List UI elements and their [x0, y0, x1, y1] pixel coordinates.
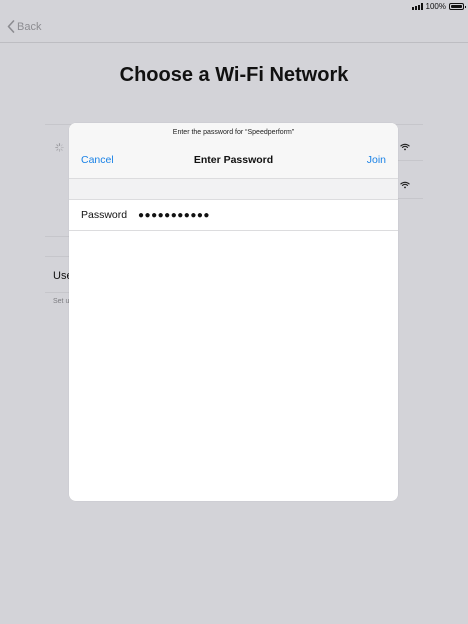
list-divider	[398, 198, 423, 199]
dialog-title: Enter Password	[193, 154, 274, 166]
status-right: 100%	[411, 2, 466, 11]
navigation-bar: Back	[0, 14, 468, 43]
list-divider	[45, 256, 69, 257]
status-bar: 100%	[0, 0, 468, 14]
battery-fill	[451, 5, 462, 8]
battery-icon	[449, 3, 466, 10]
list-divider	[45, 236, 69, 237]
list-divider	[45, 292, 69, 293]
cellular-signal-icon	[411, 3, 423, 10]
wifi-icon[interactable]	[400, 138, 410, 156]
wifi-setup-screen: 100% Back Choose a Wi-Fi Network Use Set…	[0, 0, 468, 624]
password-row[interactable]: Password	[69, 200, 398, 231]
password-field[interactable]	[138, 209, 338, 221]
back-button[interactable]: Back	[7, 20, 41, 33]
battery-percent: 100%	[425, 2, 446, 11]
dialog-header: Enter the password for “Speedperform” Ca…	[69, 123, 398, 179]
setup-hint-text: Set u	[53, 298, 70, 305]
section-spacer	[69, 179, 398, 200]
list-divider	[398, 160, 423, 161]
back-label: Back	[17, 20, 42, 33]
enter-password-dialog: Enter the password for “Speedperform” Ca…	[69, 123, 398, 501]
loading-spinner-icon	[55, 139, 64, 157]
password-label: Password	[81, 209, 128, 221]
chevron-left-icon	[7, 20, 15, 33]
dialog-prompt: Enter the password for “Speedperform”	[172, 129, 295, 136]
page-title: Choose a Wi-Fi Network	[119, 64, 349, 86]
wifi-icon[interactable]	[400, 176, 410, 194]
join-button[interactable]: Join	[367, 154, 386, 166]
